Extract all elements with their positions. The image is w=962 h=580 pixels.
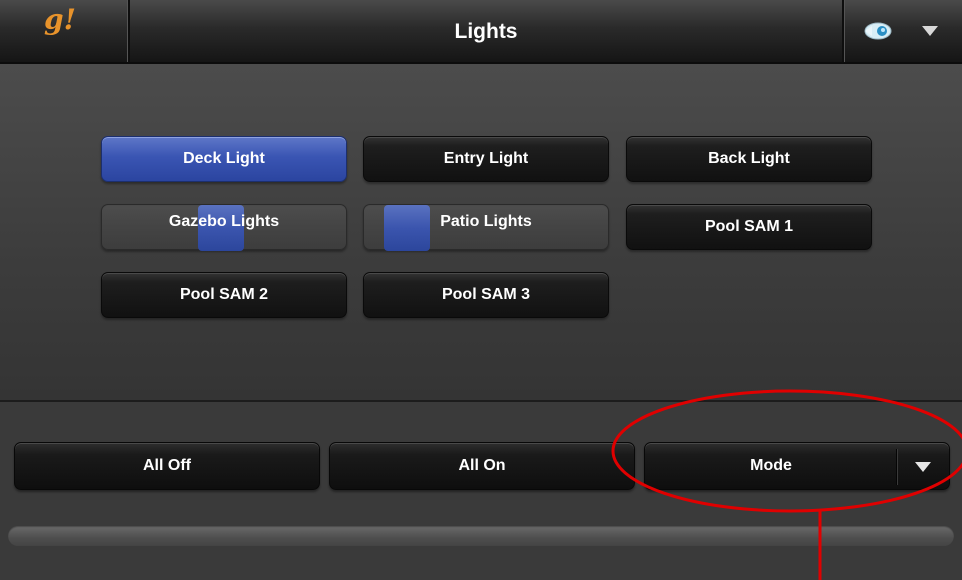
chevron-down-icon [915, 462, 931, 472]
light-label: Deck Light [183, 150, 265, 167]
all-off-button[interactable]: All Off [14, 442, 320, 490]
page-title: Lights [454, 20, 518, 43]
horizontal-scrollbar[interactable] [8, 526, 954, 546]
light-label: Pool SAM 3 [441, 286, 530, 303]
light-pool-sam-1[interactable]: Pool SAM 1 [626, 204, 872, 250]
chevron-down-icon [922, 26, 938, 36]
light-label: Back Light [708, 150, 790, 167]
all-on-button[interactable]: All On [329, 442, 635, 490]
light-label: Entry Light [443, 150, 529, 167]
remote-wand-icon [864, 22, 892, 40]
light-label: Pool SAM 2 [179, 286, 268, 303]
light-deck[interactable]: Deck Light [101, 136, 347, 182]
all-off-label: All Off [143, 457, 191, 474]
app-logo: g! [44, 3, 76, 36]
dimmer-level-indicator [384, 205, 430, 251]
logo-button[interactable]: g! [0, 0, 130, 62]
light-label: Gazebo Lights [168, 213, 280, 230]
light-patio[interactable]: Patio Lights [363, 204, 609, 251]
light-label: Patio Lights [440, 213, 532, 230]
mode-label: Mode [750, 457, 792, 474]
light-label: Pool SAM 1 [704, 218, 793, 235]
bottom-controls [0, 402, 962, 580]
all-on-label: All On [458, 457, 506, 474]
mode-dropdown[interactable]: Mode [644, 442, 950, 490]
menu-button[interactable] [842, 0, 962, 62]
light-pool-sam-2[interactable]: Pool SAM 2 [101, 272, 347, 318]
light-entry[interactable]: Entry Light [363, 136, 609, 182]
top-bar: g! Lights [0, 0, 962, 64]
light-back[interactable]: Back Light [626, 136, 872, 182]
light-gazebo[interactable]: Gazebo Lights [101, 204, 347, 251]
mode-separator [896, 449, 897, 485]
light-pool-sam-3[interactable]: Pool SAM 3 [363, 272, 609, 318]
